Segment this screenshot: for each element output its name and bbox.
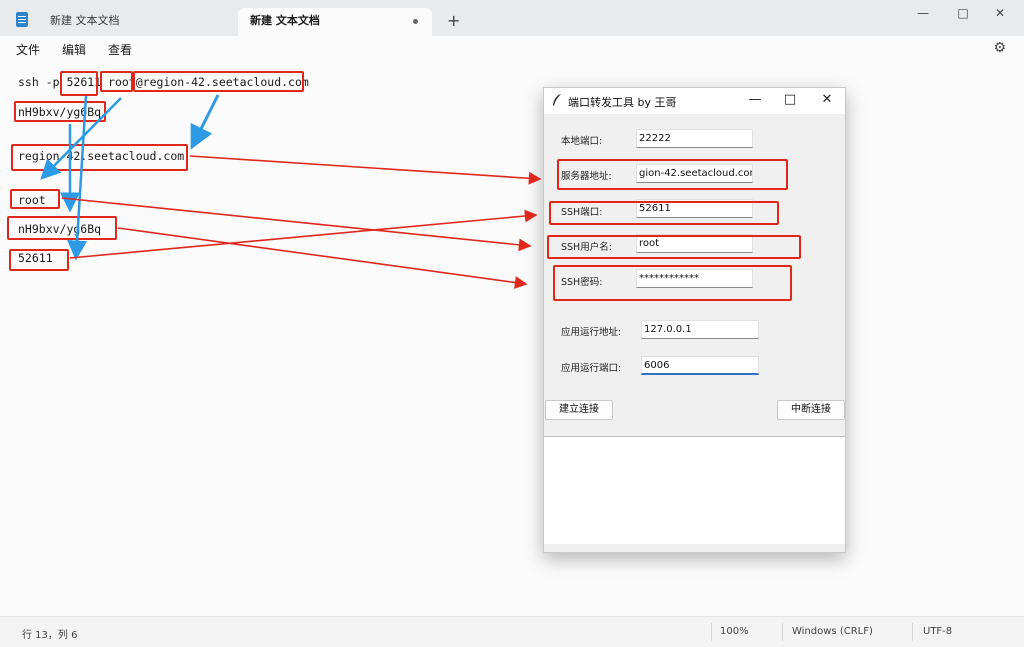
menu-bar: 文件 编辑 查看 ⚙ — [0, 36, 1024, 64]
port-forward-dialog: 端口转发工具 by 王哥 — □ ✕ 本地端口: 22222 服务器地址: gi… — [543, 87, 846, 553]
close-button[interactable]: ✕ — [990, 6, 1010, 20]
line-ending[interactable]: Windows (CRLF) — [792, 626, 873, 637]
zoom-level[interactable]: 100% — [720, 626, 749, 637]
unsaved-dot-icon[interactable] — [413, 19, 418, 24]
app-port-label: 应用运行端口: — [561, 363, 622, 374]
highlight-ssh-port-field — [549, 201, 779, 225]
disconnect-button[interactable]: 中断连接 — [777, 400, 845, 420]
feather-icon — [553, 94, 561, 106]
app-address-input[interactable]: 127.0.0.1 — [641, 320, 759, 339]
highlight-server-field — [557, 159, 788, 190]
app-port-input[interactable]: 6006 — [641, 356, 759, 375]
status-divider — [711, 623, 712, 641]
menu-edit[interactable]: 编辑 — [62, 41, 86, 58]
highlight-port-line — [9, 249, 69, 271]
gear-icon[interactable]: ⚙ — [993, 40, 1006, 56]
menu-file[interactable]: 文件 — [16, 41, 40, 58]
dialog-titlebar: 端口转发工具 by 王哥 — □ ✕ — [544, 88, 845, 114]
tab-label: 新建 文本文档 — [50, 14, 120, 27]
highlight-host-line — [11, 144, 188, 171]
status-divider — [912, 623, 913, 641]
cursor-position: 行 13，列 6 — [22, 630, 78, 641]
dialog-title: 端口转发工具 by 王哥 — [568, 96, 677, 109]
maximize-button[interactable]: □ — [953, 6, 973, 20]
dialog-close-button[interactable]: ✕ — [818, 92, 836, 108]
highlight-ssh-user-field — [547, 235, 801, 259]
new-tab-button[interactable]: + — [447, 13, 460, 29]
minimize-button[interactable]: — — [913, 6, 933, 20]
highlight-root-line — [10, 189, 60, 209]
tab-label: 新建 文本文档 — [250, 14, 320, 27]
menu-view[interactable]: 查看 — [108, 41, 132, 58]
highlight-password — [14, 101, 106, 122]
notepad-app-icon — [16, 12, 28, 27]
dialog-maximize-button[interactable]: □ — [781, 92, 799, 108]
local-port-input[interactable]: 22222 — [636, 129, 753, 148]
log-output[interactable] — [544, 436, 845, 544]
tab-document-1[interactable]: 新建 文本文档 — [38, 8, 234, 36]
status-divider — [782, 623, 783, 641]
encoding[interactable]: UTF-8 — [923, 626, 952, 637]
highlight-port — [60, 71, 98, 96]
app-address-label: 应用运行地址: — [561, 327, 622, 338]
local-port-label: 本地端口: — [561, 136, 603, 147]
highlight-user — [100, 71, 133, 92]
dialog-minimize-button[interactable]: — — [746, 92, 764, 108]
connect-button[interactable]: 建立连接 — [545, 400, 613, 420]
highlight-host — [133, 71, 304, 92]
highlight-password-line — [7, 216, 117, 240]
highlight-ssh-password-field — [553, 265, 792, 301]
tab-document-2[interactable]: 新建 文本文档 — [238, 8, 432, 36]
notepad-titlebar: 新建 文本文档 新建 文本文档 + — □ ✕ — [0, 0, 1024, 36]
status-bar: 行 13，列 6 100% Windows (CRLF) UTF-8 — [0, 616, 1024, 647]
